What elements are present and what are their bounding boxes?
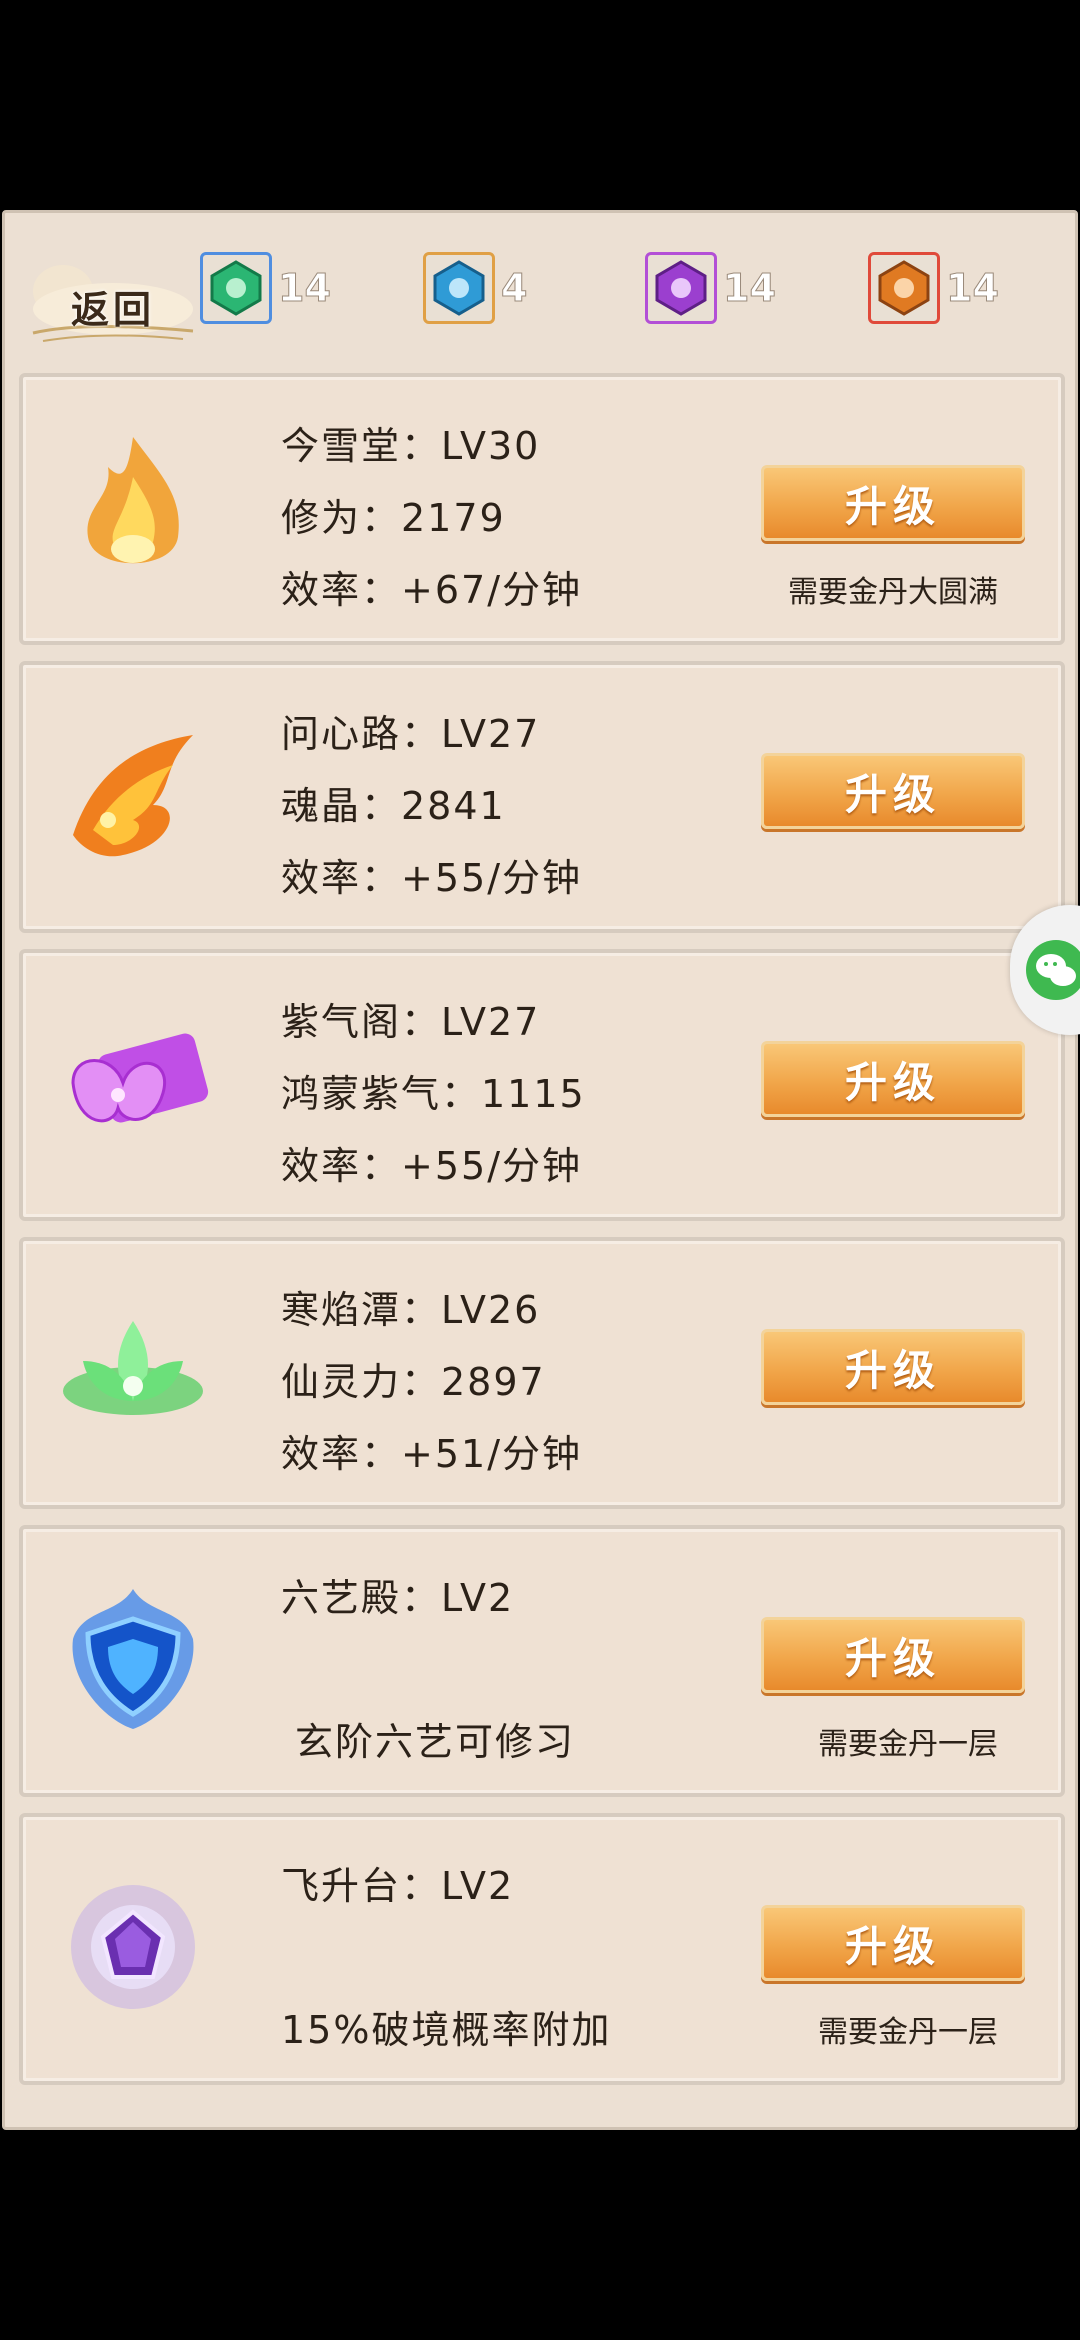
building-card: 寒焰潭：LV26 仙灵力：2897 效率：+51/分钟 升级 bbox=[19, 1237, 1065, 1509]
upgrade-panel: 返回 14 4 14 14 今雪堂：LV30 修为：2179 效率：+67/分钟… bbox=[2, 210, 1078, 2130]
efficiency-rate: 效率：+55/分钟 bbox=[281, 856, 582, 900]
resource-amount: 魂晶：2841 bbox=[281, 784, 506, 828]
resource-count: 14 bbox=[946, 266, 1000, 311]
building-card: 紫气阁：LV27 鸿蒙紫气：1115 效率：+55/分钟 升级 bbox=[19, 949, 1065, 1221]
back-label: 返回 bbox=[70, 286, 155, 332]
building-card: 六艺殿：LV2 玄阶六艺可修习 升级 需要金丹一层 bbox=[19, 1525, 1065, 1797]
building-name-level: 飞升台：LV2 bbox=[281, 1864, 515, 1908]
resource-bar: 返回 14 4 14 14 bbox=[5, 213, 1075, 363]
building-card: 今雪堂：LV30 修为：2179 效率：+67/分钟 升级 需要金丹大圆满 bbox=[19, 373, 1065, 645]
resource-green: 14 bbox=[200, 248, 331, 328]
back-button[interactable]: 返回 bbox=[23, 261, 203, 351]
efficiency-rate: 效率：+55/分钟 bbox=[281, 1144, 582, 1188]
resource-purple: 14 bbox=[645, 248, 776, 328]
efficiency-rate: 效率：+67/分钟 bbox=[281, 568, 582, 612]
blue-shield-icon bbox=[72, 1589, 194, 1729]
purple-butterfly-scroll-icon bbox=[71, 1033, 209, 1123]
green-gem-icon bbox=[200, 252, 272, 324]
upgrade-button[interactable]: 升级 bbox=[761, 1905, 1025, 1981]
efficiency-rate: 效率：+51/分钟 bbox=[281, 1432, 582, 1476]
building-description: 玄阶六艺可修习 bbox=[295, 1720, 576, 1764]
golden-flame-icon bbox=[87, 437, 179, 564]
purple-crystal-icon bbox=[71, 1885, 195, 2009]
blue-gem-icon bbox=[423, 252, 495, 324]
purple-gem-icon bbox=[645, 252, 717, 324]
fire-phoenix-icon bbox=[73, 735, 193, 857]
building-name-level: 寒焰潭：LV26 bbox=[281, 1288, 541, 1332]
orange-gem-icon bbox=[868, 252, 940, 324]
building-name-level: 问心路：LV27 bbox=[281, 712, 541, 756]
building-card: 飞升台：LV2 15%破境概率附加 升级 需要金丹一层 bbox=[19, 1813, 1065, 2085]
upgrade-button[interactable]: 升级 bbox=[761, 1041, 1025, 1117]
resource-amount: 鸿蒙紫气：1115 bbox=[281, 1072, 586, 1116]
resource-blue: 4 bbox=[423, 248, 528, 328]
resource-amount: 修为：2179 bbox=[281, 496, 506, 540]
upgrade-requirement: 需要金丹一层 bbox=[818, 2015, 998, 2050]
upgrade-button[interactable]: 升级 bbox=[761, 753, 1025, 829]
building-name-level: 紫气阁：LV27 bbox=[281, 1000, 541, 1044]
building-name-level: 六艺殿：LV2 bbox=[281, 1576, 515, 1620]
resource-count: 14 bbox=[278, 266, 332, 311]
upgrade-requirement: 需要金丹一层 bbox=[818, 1727, 998, 1762]
wechat-icon bbox=[1026, 940, 1080, 1000]
resource-orange: 14 bbox=[868, 248, 999, 328]
building-card: 问心路：LV27 魂晶：2841 效率：+55/分钟 升级 bbox=[19, 661, 1065, 933]
green-lotus-icon bbox=[63, 1321, 203, 1415]
building-name-level: 今雪堂：LV30 bbox=[281, 424, 541, 468]
resource-count: 14 bbox=[723, 266, 777, 311]
upgrade-requirement: 需要金丹大圆满 bbox=[788, 575, 998, 610]
resource-amount: 仙灵力：2897 bbox=[281, 1360, 546, 1404]
upgrade-button[interactable]: 升级 bbox=[761, 465, 1025, 541]
resource-count: 4 bbox=[500, 266, 528, 311]
upgrade-button[interactable]: 升级 bbox=[761, 1617, 1025, 1693]
upgrade-button[interactable]: 升级 bbox=[761, 1329, 1025, 1405]
building-description: 15%破境概率附加 bbox=[281, 2008, 612, 2052]
